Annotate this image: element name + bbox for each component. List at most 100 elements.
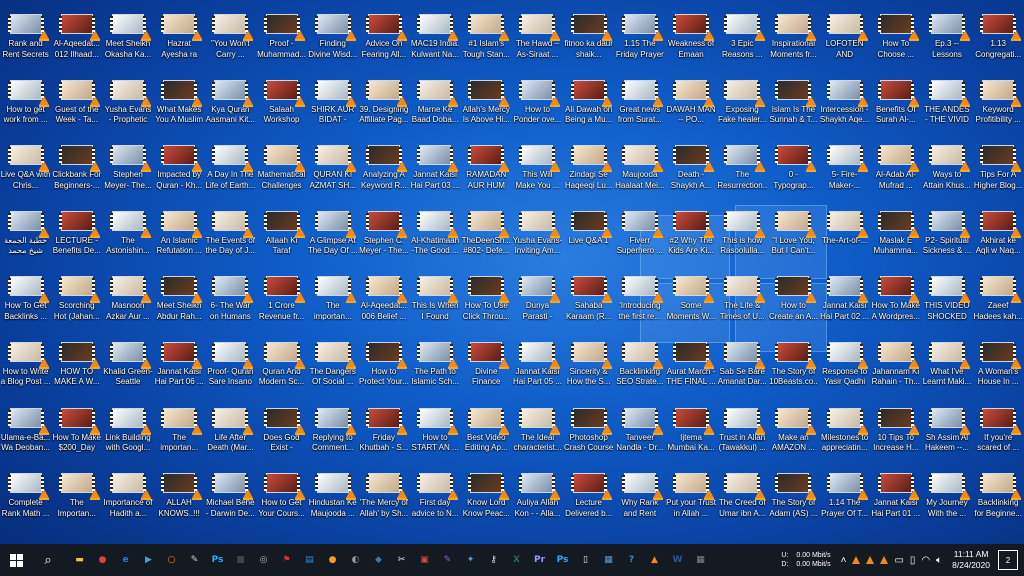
desktop-icon[interactable]: Backlinking SEO Strate...	[614, 338, 665, 404]
desktop-icon[interactable]: HOW TO MAKE A W...	[51, 338, 102, 404]
start-button[interactable]	[0, 544, 32, 576]
desktop-icon[interactable]: Sahaba Karaam (R...	[563, 272, 614, 338]
desktop-icon[interactable]: Proof - Muhammad...	[256, 10, 307, 76]
desktop-icon[interactable]: #1 Islam's Tough Stan...	[461, 10, 512, 76]
desktop-icon[interactable]: 'Introducing the first re...	[614, 272, 665, 338]
battery-icon[interactable]: ▯	[910, 555, 916, 566]
desktop-icon[interactable]: Islam Is The Sunnah & T...	[768, 76, 819, 142]
desktop-icon[interactable]: An Islamic Refutation ...	[154, 207, 205, 273]
desktop-icon[interactable]: Ulama-e-Ba... Wa Deoban...	[0, 404, 51, 470]
desktop-icon[interactable]: Mathematical Challenges t...	[256, 141, 307, 207]
desktop-icon[interactable]: Stephen C. Meyer - The...	[358, 207, 409, 273]
desktop-icon[interactable]: Maslak E Muhamma...	[870, 207, 921, 273]
desktop-icon[interactable]: How To Choose ...	[870, 10, 921, 76]
vlc-tray-icon-2[interactable]	[866, 556, 875, 564]
desktop-icon[interactable]: What Makes You A Muslim	[154, 76, 205, 142]
desktop-icon[interactable]: How to get work from ...	[0, 76, 51, 142]
pen-icon[interactable]: ✎	[185, 551, 204, 570]
desktop-icon[interactable]: The Life & Times of U...	[717, 272, 768, 338]
desktop-icon[interactable]: Make an AMAZON ...	[768, 404, 819, 470]
desktop-icon[interactable]: P2- Spiritual Sickness & ...	[921, 207, 972, 273]
desktop-icon[interactable]: Sincerity & How the S...	[563, 338, 614, 404]
desktop-icon[interactable]: First day advice to N...	[410, 469, 461, 535]
photoshop-icon[interactable]: Ps	[208, 551, 227, 570]
desktop-icon[interactable]: The Dangers Of Social ...	[307, 338, 358, 404]
desktop-icon[interactable]: Yusha Evans- Inviting Am...	[512, 207, 563, 273]
desktop-icon[interactable]: خطبة الجمعة شيخ محمد ب...	[0, 207, 51, 273]
desktop-icon[interactable]: Michael Behe - Darwin De...	[205, 469, 256, 535]
desktop-icon[interactable]: Hindustan Ke Maujooda ...	[307, 469, 358, 535]
desktop-icon[interactable]: The Story of Adam (AS) ...	[768, 469, 819, 535]
desktop-icon[interactable]: 39. Designing Affiliate Pag...	[358, 76, 409, 142]
wifi-icon[interactable]: ◠	[921, 555, 930, 566]
desktop-icon[interactable]: Response to Yasir Qadhi ...	[819, 338, 870, 404]
desktop-icon[interactable]: Divine Finance Ano...	[461, 338, 512, 404]
file-explorer-icon[interactable]: ▬	[70, 551, 89, 570]
desktop-icon[interactable]: Jannat Kaisi Hai Part 01 ...	[870, 469, 921, 535]
desktop-icon[interactable]: Fiverr Superhero ...	[614, 207, 665, 273]
desktop-icon[interactable]: Intercession - Shaykh Aqe...	[819, 76, 870, 142]
desktop-icon[interactable]: Quran And Modern Sc...	[256, 338, 307, 404]
desktop-icon[interactable]: Khalid Green- Seattle Grun...	[102, 338, 153, 404]
desktop-icon[interactable]: TheDeenSh... #802- Defe...	[461, 207, 512, 273]
desktop-icon[interactable]: Great news from Surat...	[614, 76, 665, 142]
vlc-tray-icon-3[interactable]	[880, 556, 889, 564]
desktop-icon[interactable]: Ways to Attain Khus...	[921, 141, 972, 207]
desktop-icon[interactable]: Ijtema Mumbai Ka...	[665, 404, 716, 470]
desktop-icon[interactable]: Meet Sheikh Okasha Ka...	[102, 10, 153, 76]
network-tray-icon[interactable]: ▭	[894, 555, 903, 566]
clock[interactable]: 11:11 AM 8/24/2020	[952, 549, 990, 571]
desktop-icon[interactable]: Put your Trust in Allah ...	[665, 469, 716, 535]
desktop-icon[interactable]: The Importan...	[51, 469, 102, 535]
desktop-icon[interactable]: Maujooda Haalaat Mei...	[614, 141, 665, 207]
desktop-icon[interactable]: Weakness of Emaan (Fait...	[665, 10, 716, 76]
desktop-icon[interactable]: The Resurrection...	[717, 141, 768, 207]
desktop-icon[interactable]: Why Rank and Rent SE...	[614, 469, 665, 535]
desktop-icon[interactable]: This Is When I Found Hap...	[410, 272, 461, 338]
desktop-icon[interactable]: Hazrat Ayesha ra K...	[154, 10, 205, 76]
desktop-icon[interactable]: 1.14 The Prayer Of T...	[819, 469, 870, 535]
desktop-icon[interactable]: Dunya Parasti - Shaykh Ab...	[512, 272, 563, 338]
desktop-icon[interactable]: How to Write a Blog Post ...	[0, 338, 51, 404]
desktop-icon[interactable]: Jannat Kaisi Hai Part 02 ...	[819, 272, 870, 338]
desktop-icon[interactable]: Zindagi Se Haqeeqi Lu...	[563, 141, 614, 207]
desktop-icon[interactable]: 0 - Typograp...	[768, 141, 819, 207]
desktop-icon[interactable]: The importan...	[307, 272, 358, 338]
desktop-icon[interactable]: The Ideal characterist...	[512, 404, 563, 470]
desktop-icon[interactable]: LOFOTEN AND WESTE...	[819, 10, 870, 76]
obs-icon[interactable]: ◎	[254, 551, 273, 570]
gallery-icon[interactable]: ▣	[415, 551, 434, 570]
desktop-icon[interactable]: Jannat Kaisi Hai Part 03 ...	[410, 141, 461, 207]
chevron-up-icon[interactable]: ˄	[841, 555, 847, 566]
desktop-icon[interactable]: Aurat March - THE FINAL ...	[665, 338, 716, 404]
desktop-icon[interactable]: THIS VIDEO SHOCKED T...	[921, 272, 972, 338]
desktop-icon[interactable]: Proof- Quran Sare Insano ...	[205, 338, 256, 404]
flag-icon[interactable]: ⚑	[277, 551, 296, 570]
notes-icon[interactable]: ▤	[300, 551, 319, 570]
desktop-icon[interactable]: The Path to Islamic Sch...	[410, 338, 461, 404]
vlc-icon[interactable]: ▲	[645, 551, 664, 570]
desktop-icon[interactable]: Milestones to appreciatin...	[819, 404, 870, 470]
desktop-icon[interactable]: LECTURE - Benefits De...	[51, 207, 102, 273]
desktop-icon[interactable]: The Events of the Day of J...	[205, 207, 256, 273]
desktop-icon[interactable]: THE ANDES - THE VIVID ...	[921, 76, 972, 142]
desktop-icon[interactable]: Salaah Workshop	[256, 76, 307, 142]
desktop-icon[interactable]: Marne Ke Baad Doba...	[410, 76, 461, 142]
desktop-icon[interactable]: How to Create an A...	[768, 272, 819, 338]
desktop-icon[interactable]: If you're scared of ...	[973, 404, 1024, 470]
help-icon[interactable]: ?	[622, 551, 641, 570]
desktop-icon[interactable]: Ali Dawah on Being a Mu...	[563, 76, 614, 142]
desktop-icon[interactable]: Inspirational Moments fr...	[768, 10, 819, 76]
desktop-icon[interactable]: fitnoo ka daur shaik...	[563, 10, 614, 76]
desktop-icon[interactable]: Importance of Hadith a...	[102, 469, 153, 535]
calendar-icon[interactable]: ▦	[691, 551, 710, 570]
desktop-icon[interactable]: 1.15 The Friday Prayer	[614, 10, 665, 76]
desktop-icon[interactable]: Impacted by Quran - Kh...	[154, 141, 205, 207]
scissors-icon[interactable]: ✂	[392, 551, 411, 570]
desktop-icon[interactable]: Death - Shaykh A...	[665, 141, 716, 207]
desktop-icon[interactable]: 3 Epic Reasons ...	[717, 10, 768, 76]
desktop-icon[interactable]: How To Use Click Throu...	[461, 272, 512, 338]
desktop-icon[interactable]: Jannat Kaisi Hai Part 06 ...	[154, 338, 205, 404]
desktop-icon[interactable]: Keyword Profitibility ...	[973, 76, 1024, 142]
desktop-icon[interactable]: How To Make $200_Day O...	[51, 404, 102, 470]
